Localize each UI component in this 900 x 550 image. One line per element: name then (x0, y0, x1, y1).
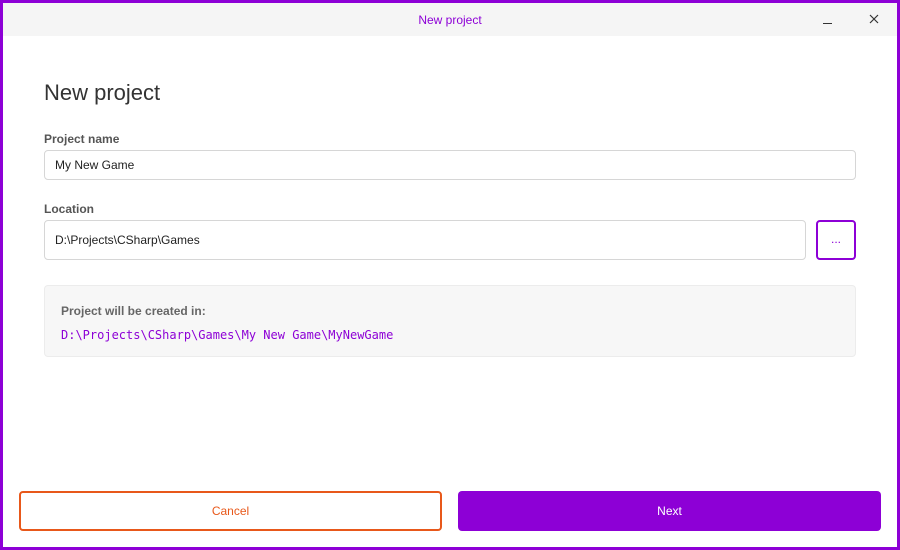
summary-caption: Project will be created in: (61, 304, 206, 318)
project-name-input[interactable] (44, 150, 856, 180)
project-path-summary: Project will be created in: D:\Projects\… (44, 285, 856, 357)
window-title: New project (418, 13, 482, 27)
location-label: Location (44, 202, 94, 216)
minimize-button[interactable] (813, 7, 841, 31)
cancel-button[interactable]: Cancel (19, 491, 442, 531)
browse-button[interactable]: ... (816, 220, 856, 260)
page-title: New project (44, 80, 161, 105)
minimize-icon (822, 22, 832, 24)
summary-path: D:\Projects\CSharp\Games\My New Game\MyN… (61, 328, 394, 342)
next-button[interactable]: Next (458, 491, 881, 531)
close-button[interactable] (860, 7, 888, 31)
location-input[interactable] (44, 220, 806, 260)
title-bar: New project (3, 3, 897, 36)
dialog-window: New project New project Project name Loc… (0, 0, 900, 550)
close-icon (869, 14, 879, 24)
project-name-label: Project name (44, 132, 120, 146)
